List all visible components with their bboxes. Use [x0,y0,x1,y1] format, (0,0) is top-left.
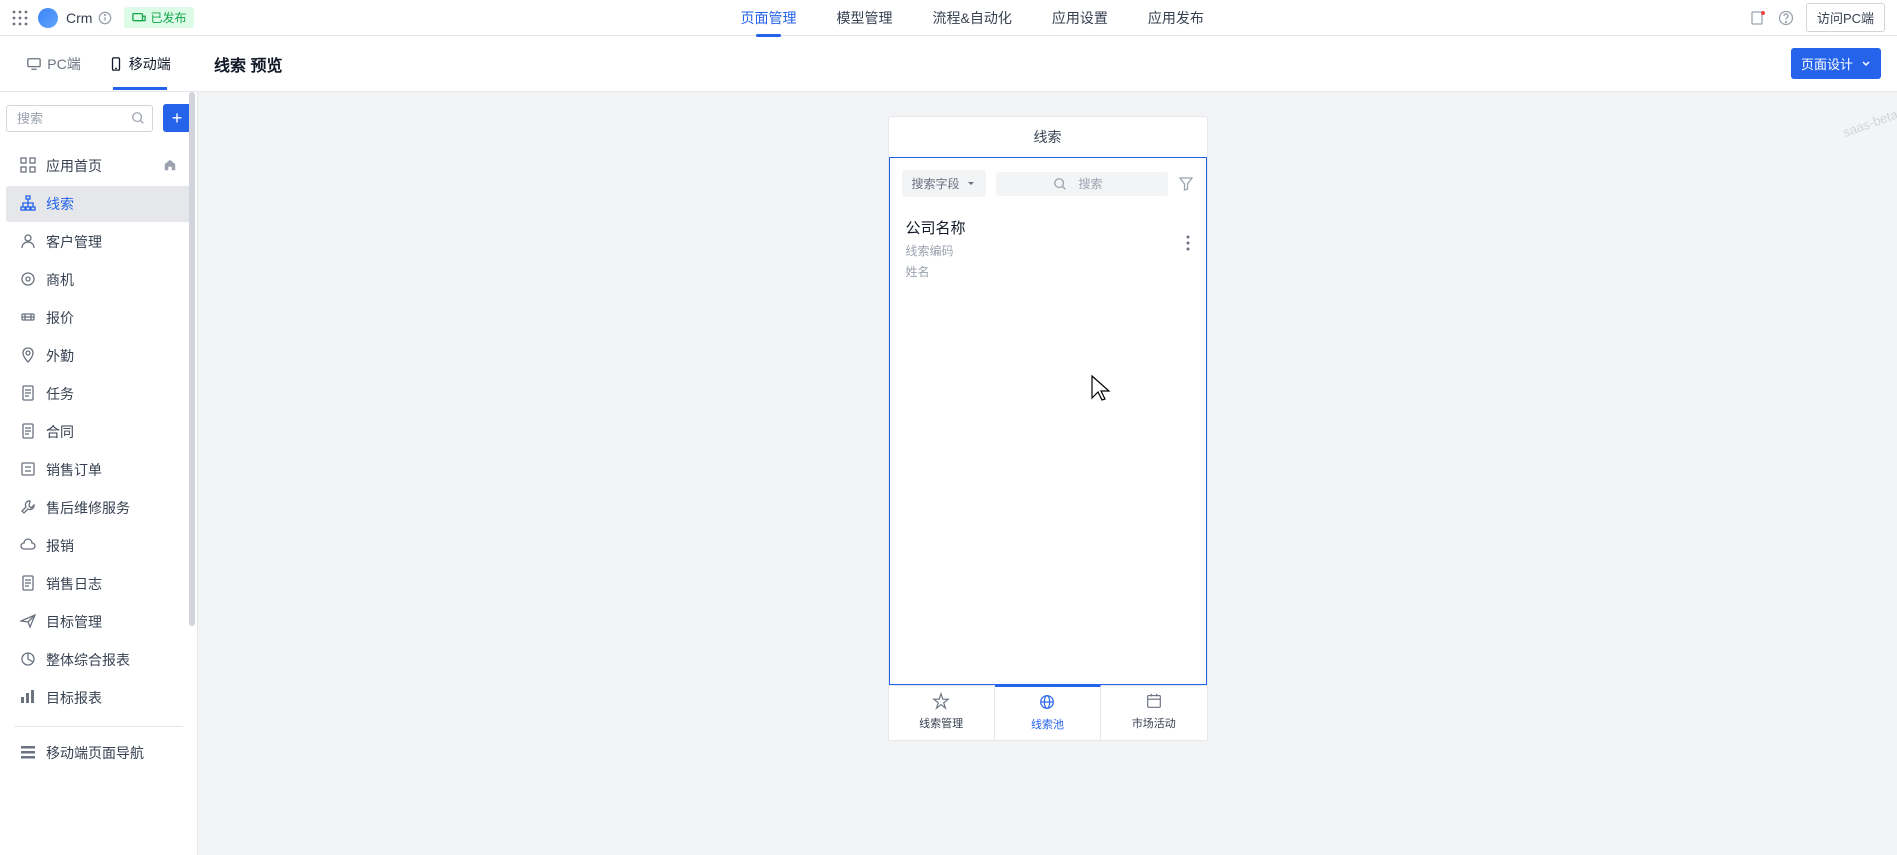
add-button[interactable]: + [163,104,191,132]
filter-icon[interactable] [1178,176,1194,192]
tab-pc[interactable]: PC端 [13,38,94,90]
doc-icon [20,575,36,594]
info-icon[interactable] [98,11,112,25]
sidebar-item-label: 合同 [46,422,74,442]
bottom-nav-label: 市场活动 [1132,715,1176,731]
sidebar-item-label: 任务 [46,384,74,404]
sidebar-item-7[interactable]: 合同 [6,414,191,450]
sidebar-item-label: 线索 [46,194,74,214]
menu-icon [20,744,36,763]
send-icon [20,613,36,632]
mobile-search-input[interactable] [1071,177,1111,191]
doc-icon [20,385,36,404]
search-icon [131,111,145,125]
wrench-icon [20,499,36,518]
app-name: Crm [66,10,92,26]
bottom-nav-0[interactable]: 线索管理 [889,686,995,740]
status-badge-label: 已发布 [150,9,186,26]
page-title: 线索 预览 [214,52,282,76]
sidebar-item-9[interactable]: 售后维修服务 [6,490,191,526]
page-design-label: 页面设计 [1801,54,1853,73]
home-icon[interactable] [163,158,177,175]
sidebar-footer[interactable]: 移动端页面导航 [6,735,191,771]
sidebar-item-label: 目标管理 [46,612,102,632]
user-icon [20,233,36,252]
bars-icon [20,689,36,708]
sidebar-item-4[interactable]: 报价 [6,300,191,336]
sidebar-item-10[interactable]: 报销 [6,528,191,564]
sidebar-item-label: 应用首页 [46,156,102,176]
scrollbar-thumb[interactable] [189,92,195,626]
nav-app-publish[interactable]: 应用发布 [1144,0,1208,36]
mobile-frame: 线索 搜索字段 公司名称 [888,116,1208,741]
bottom-nav-2[interactable]: 市场活动 [1101,686,1206,740]
list-item[interactable]: 公司名称 线索编码 姓名 [890,209,1206,292]
sidebar-footer-label: 移动端页面导航 [46,743,144,763]
visit-pc-button[interactable]: 访问PC端 [1806,3,1885,32]
tab-mobile-label: 移动端 [129,54,171,74]
preview-area: saas-beta 线索 搜索字段 [198,92,1897,855]
more-icon[interactable] [1186,217,1190,256]
sidebar-item-label: 销售日志 [46,574,102,594]
mobile-search[interactable] [996,172,1168,196]
target-icon [20,271,36,290]
sidebar-item-6[interactable]: 任务 [6,376,191,412]
sitemap-icon [20,195,36,214]
field-select-label: 搜索字段 [912,175,960,192]
card-sub-2: 姓名 [906,263,966,280]
star-icon [932,692,950,713]
apps-menu-icon[interactable] [12,10,28,26]
bottom-nav-1[interactable]: 线索池 [995,685,1101,740]
sidebar-item-label: 商机 [46,270,74,290]
card-title: 公司名称 [906,217,966,238]
sidebar-item-3[interactable]: 商机 [6,262,191,298]
location-icon [20,347,36,366]
nav-workflow[interactable]: 流程&自动化 [929,0,1016,36]
calendar-icon [1145,692,1163,713]
grid-icon [20,157,36,176]
bottom-nav-label: 线索池 [1031,716,1064,732]
page-design-button[interactable]: 页面设计 [1791,48,1881,79]
sidebar-item-label: 报价 [46,308,74,328]
sidebar-item-2[interactable]: 客户管理 [6,224,191,260]
sidebar-item-5[interactable]: 外勤 [6,338,191,374]
nav-app-settings[interactable]: 应用设置 [1048,0,1112,36]
app-logo [38,8,58,28]
cloud-icon [20,537,36,556]
tag-icon [20,309,36,328]
sidebar-item-label: 客户管理 [46,232,102,252]
sidebar-item-1[interactable]: 线索 [6,186,191,222]
watermark: saas-beta [1841,106,1897,140]
status-badge: 已发布 [124,7,194,28]
list-icon [20,461,36,480]
doc-icon [20,423,36,442]
globe-icon [1038,693,1056,714]
sidebar-item-label: 整体综合报表 [46,650,130,670]
sidebar: + 应用首页线索客户管理商机报价外勤任务合同销售订单售后维修服务报销销售日志目标… [0,92,198,855]
nav-page-manage[interactable]: 页面管理 [737,0,801,36]
top-nav: 页面管理 模型管理 流程&自动化 应用设置 应用发布 [194,0,1749,36]
sidebar-item-8[interactable]: 销售订单 [6,452,191,488]
sidebar-item-14[interactable]: 目标报表 [6,680,191,716]
sidebar-item-label: 销售订单 [46,460,102,480]
bottom-nav-label: 线索管理 [919,715,963,731]
card-sub-1: 线索编码 [906,242,966,259]
mobile-title: 线索 [889,117,1207,157]
sidebar-item-13[interactable]: 整体综合报表 [6,642,191,678]
field-select[interactable]: 搜索字段 [902,170,986,197]
notification-icon[interactable] [1750,10,1766,26]
sidebar-item-12[interactable]: 目标管理 [6,604,191,640]
chart-icon [20,651,36,670]
nav-model-manage[interactable]: 模型管理 [833,0,897,36]
sidebar-item-label: 报销 [46,536,74,556]
sidebar-item-11[interactable]: 销售日志 [6,566,191,602]
sidebar-item-label: 外勤 [46,346,74,366]
help-icon[interactable] [1778,10,1794,26]
tab-pc-label: PC端 [47,54,80,74]
sidebar-item-0[interactable]: 应用首页 [6,148,191,184]
tab-mobile[interactable]: 移动端 [95,38,185,90]
sidebar-item-label: 售后维修服务 [46,498,130,518]
sidebar-item-label: 目标报表 [46,688,102,708]
